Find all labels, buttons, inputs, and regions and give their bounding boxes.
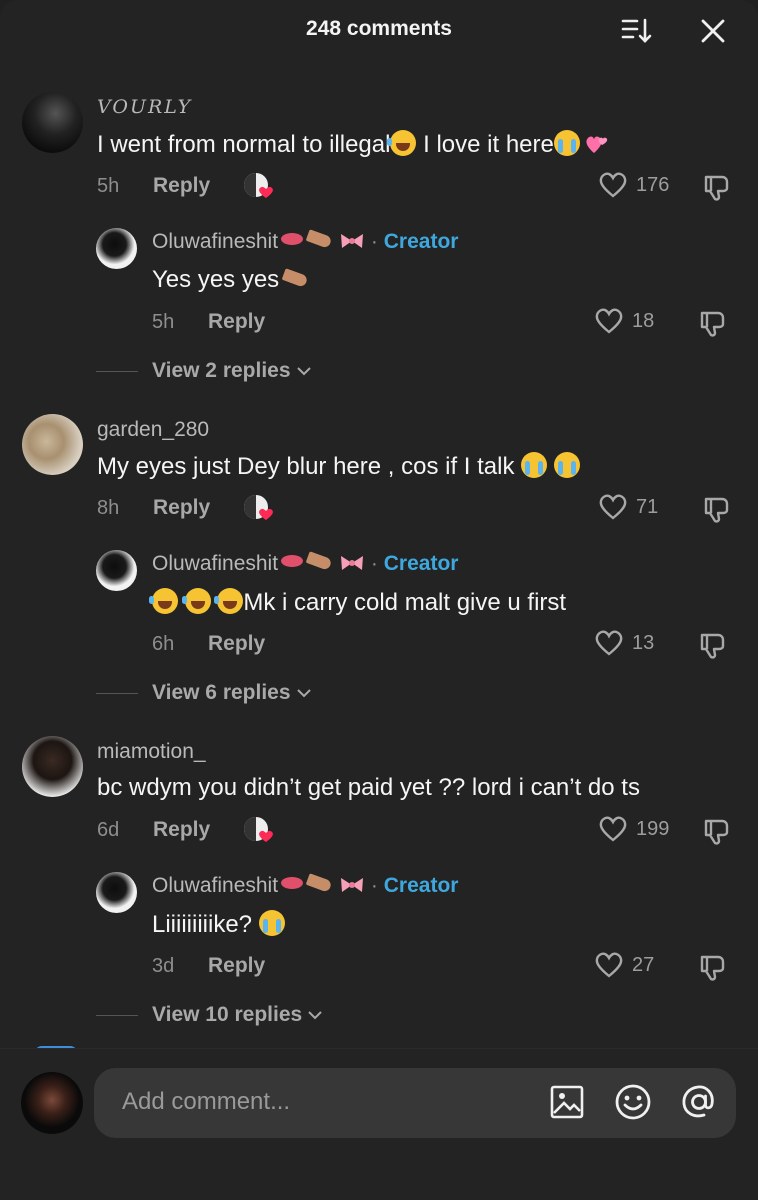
chevron-down-icon <box>296 367 311 376</box>
creator-avatar[interactable] <box>96 550 137 591</box>
creator-liked-icon <box>244 173 273 198</box>
heart-outline-icon <box>595 308 623 334</box>
dislike-icon[interactable] <box>698 630 728 660</box>
creator-avatar[interactable] <box>96 228 137 269</box>
reply-timestamp: 5h <box>152 311 175 333</box>
heart-outline-icon <box>595 630 623 656</box>
like-button[interactable]: 18 <box>594 307 654 335</box>
creator-liked-icon <box>244 495 273 520</box>
like-button[interactable]: 27 <box>594 951 654 979</box>
reply-button[interactable]: Reply <box>208 310 265 334</box>
reply-button[interactable]: Reply <box>153 818 210 842</box>
like-button[interactable]: 176 <box>598 171 669 199</box>
comments-sheet: 248 comments VOURLY I went from normal t… <box>0 0 758 1200</box>
like-count: 18 <box>632 309 655 332</box>
reply-username[interactable]: Oluwafineshit <box>152 230 278 253</box>
comment-username[interactable]: VOURLY <box>97 96 192 118</box>
comment-input[interactable]: Add comment... <box>94 1068 736 1138</box>
emoji-button[interactable] <box>613 1082 653 1122</box>
comment-timestamp: 5h <box>97 175 120 197</box>
mention-icon <box>682 1085 714 1118</box>
dislike-icon[interactable] <box>702 172 732 202</box>
my-avatar[interactable] <box>21 1072 83 1134</box>
reply-text: Mk i carry cold malt give u first <box>149 588 566 617</box>
like-button[interactable]: 13 <box>594 629 654 657</box>
like-button[interactable]: 199 <box>598 815 669 843</box>
comment-timestamp: 8h <box>97 497 120 519</box>
chevron-down-icon <box>308 1011 322 1020</box>
chevron-down-icon <box>296 689 311 698</box>
mention-button[interactable] <box>679 1082 719 1122</box>
reply-username[interactable]: Oluwafineshit <box>152 552 278 575</box>
comment-text: I went from normal to illegal I love it … <box>97 130 610 159</box>
creator-liked-icon <box>244 817 273 842</box>
view-replies-button[interactable]: View 10 replies <box>96 1003 324 1027</box>
heart-outline-icon <box>599 494 627 520</box>
dislike-icon[interactable] <box>702 816 732 846</box>
dislike-icon[interactable] <box>702 494 732 524</box>
creator-badge: Creator <box>383 552 459 575</box>
dislike-icon[interactable] <box>698 952 728 982</box>
comment-timestamp: 6d <box>97 819 120 841</box>
reply-text: Yes yes yes <box>152 266 311 294</box>
like-count: 199 <box>636 817 670 840</box>
reply-button[interactable]: Reply <box>208 632 265 656</box>
close-icon <box>701 19 725 43</box>
sort-icon <box>621 18 652 43</box>
reply-button[interactable]: Reply <box>153 174 210 198</box>
like-count: 27 <box>632 953 655 976</box>
like-count: 71 <box>636 495 659 518</box>
reply-timestamp: 3d <box>152 955 175 977</box>
comment-text: bc wdym you didn’t get paid yet ?? lord … <box>97 774 640 801</box>
comment-input-placeholder: Add comment... <box>122 1088 291 1115</box>
image-button[interactable] <box>547 1082 587 1122</box>
avatar[interactable] <box>22 92 83 153</box>
view-replies-button[interactable]: View 2 replies <box>96 359 313 383</box>
sort-button[interactable] <box>620 14 654 48</box>
dislike-icon[interactable] <box>698 308 728 338</box>
reply-button[interactable]: Reply <box>208 954 265 978</box>
reply-button[interactable]: Reply <box>153 496 210 520</box>
creator-badge: Creator <box>383 230 459 253</box>
heart-outline-icon <box>599 816 627 842</box>
comment-text: My eyes just Dey blur here , cos if I ta… <box>97 452 580 481</box>
heart-outline-icon <box>595 952 623 978</box>
reply-username-row: Oluwafineshit · Creator <box>152 551 459 575</box>
emoji-icon <box>615 1084 651 1120</box>
like-count: 176 <box>636 173 670 196</box>
like-button[interactable]: 71 <box>598 493 658 521</box>
like-count: 13 <box>632 631 655 654</box>
comment-username[interactable]: garden_280 <box>97 418 209 442</box>
reply-username[interactable]: Oluwafineshit <box>152 874 278 897</box>
reply-username-row: Oluwafineshit · Creator <box>152 873 459 897</box>
view-replies-button[interactable]: View 6 replies <box>96 681 313 705</box>
reply-timestamp: 6h <box>152 633 175 655</box>
comments-header: 248 comments <box>0 0 758 62</box>
reply-text: Liiiiiiiiike? <box>152 910 285 939</box>
close-button[interactable] <box>696 14 730 48</box>
heart-outline-icon <box>599 172 627 198</box>
image-icon <box>550 1085 584 1119</box>
creator-badge: Creator <box>383 874 459 897</box>
comment-username[interactable]: miamotion_ <box>97 740 206 764</box>
avatar[interactable] <box>22 414 83 475</box>
reply-username-row: Oluwafineshit · Creator <box>152 229 459 253</box>
avatar[interactable] <box>22 736 83 797</box>
creator-avatar[interactable] <box>96 872 137 913</box>
